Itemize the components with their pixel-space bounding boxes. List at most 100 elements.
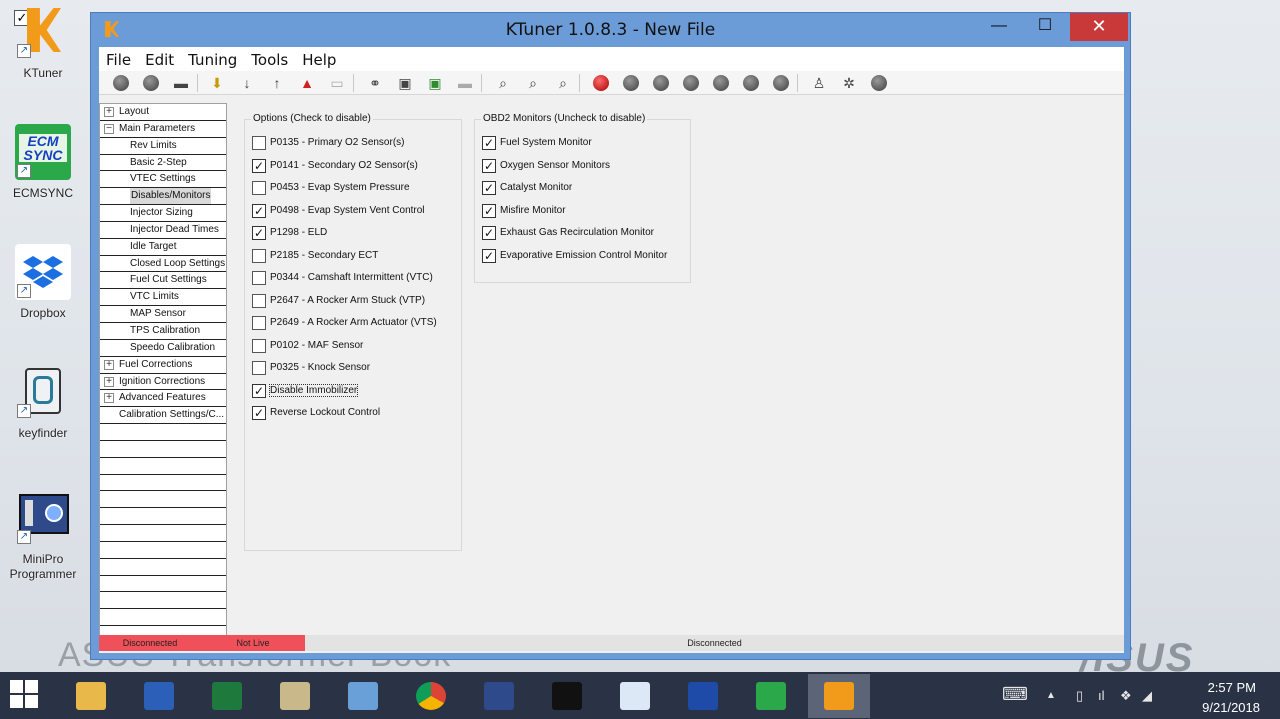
play-icon[interactable]	[683, 75, 699, 91]
record-icon[interactable]	[593, 75, 609, 91]
checkbox-unchecked[interactable]	[252, 293, 266, 308]
checkbox-checked[interactable]: ✓	[482, 226, 496, 240]
tree-item[interactable]: Fuel Cut Settings	[100, 272, 226, 290]
menu-help[interactable]: Help	[295, 47, 343, 69]
tree-item[interactable]: TPS Calibration	[100, 323, 226, 340]
tree-item[interactable]: Rev Limits	[100, 138, 226, 155]
eject-icon[interactable]: ▭	[329, 75, 345, 91]
gear-icon[interactable]: ✲	[841, 75, 857, 91]
checkbox-unchecked[interactable]	[252, 136, 266, 150]
battery-icon[interactable]: ▯	[1076, 688, 1083, 704]
keyboard-icon[interactable]: ⌨	[1002, 684, 1028, 705]
checkbox-checked[interactable]: ✓	[252, 158, 266, 173]
tree-item[interactable]: − Main Parameters	[100, 121, 226, 138]
checkbox-checked[interactable]: ✓	[252, 226, 266, 240]
checkbox-checked[interactable]: ✓	[252, 203, 266, 218]
checkbox-checked[interactable]: ✓	[252, 383, 266, 398]
start-button[interactable]	[10, 680, 40, 710]
read-icon[interactable]: ↑	[269, 75, 285, 91]
taskbar-app[interactable]	[196, 674, 258, 718]
desktop-icon-ktuner[interactable]: ✓ ↗ KTuner	[0, 4, 86, 81]
tree-item[interactable]: VTC Limits	[100, 289, 226, 307]
menu-file[interactable]: File	[99, 47, 138, 69]
tree-item[interactable]: Speedo Calibration	[100, 340, 226, 357]
end-icon[interactable]	[773, 75, 789, 91]
checkbox-checked[interactable]: ✓	[482, 136, 496, 150]
pause-icon[interactable]	[713, 75, 729, 91]
checkbox-checked[interactable]: ✓	[482, 248, 496, 263]
zoom-out-icon[interactable]: ⌕	[555, 75, 571, 91]
tree-item[interactable]: Injector Sizing	[100, 205, 226, 222]
disabled-save-icon[interactable]: ▬	[457, 75, 473, 91]
checkbox-unchecked[interactable]	[252, 316, 266, 330]
close-button[interactable]: ✕	[1070, 13, 1128, 41]
volume-icon[interactable]: ◢	[1142, 688, 1152, 704]
expand-icon[interactable]: +	[104, 393, 114, 404]
checkbox-unchecked[interactable]	[252, 361, 266, 375]
expand-icon[interactable]: +	[104, 359, 114, 370]
taskbar-app[interactable]	[400, 674, 462, 718]
connect-icon[interactable]	[113, 75, 129, 91]
upload-icon[interactable]: ⬇	[209, 75, 225, 91]
dropbox-tray-icon[interactable]: ❖	[1120, 688, 1132, 704]
checkbox-checked[interactable]: ✓	[482, 181, 496, 195]
tree-item[interactable]: MAP Sensor	[100, 306, 226, 323]
menu-tuning[interactable]: Tuning	[181, 47, 244, 69]
globe-icon[interactable]	[143, 75, 159, 91]
taskbar-app[interactable]	[264, 674, 326, 718]
back-icon[interactable]	[653, 75, 669, 91]
taskbar-app[interactable]	[740, 674, 802, 718]
checkbox-checked[interactable]: ✓	[482, 158, 496, 173]
clock-time[interactable]: 2:57 PM	[1208, 680, 1256, 695]
rewind-icon[interactable]	[623, 75, 639, 91]
tree-item[interactable]: Calibration Settings/C...	[100, 407, 226, 425]
checkbox-unchecked[interactable]	[252, 338, 266, 353]
taskbar-app[interactable]	[128, 674, 190, 718]
checkbox-checked[interactable]: ✓	[482, 203, 496, 218]
maximize-button[interactable]: ☐	[1022, 13, 1068, 41]
taskbar-app[interactable]	[468, 674, 530, 718]
taskbar-app[interactable]	[672, 674, 734, 718]
expand-icon[interactable]: +	[104, 376, 114, 387]
user-icon[interactable]: ♙	[811, 75, 827, 91]
save-icon[interactable]: ▣	[397, 75, 413, 91]
search-icon[interactable]: ⌕	[495, 75, 511, 91]
save-green-icon[interactable]: ▣	[427, 75, 443, 91]
taskbar-app[interactable]	[60, 674, 122, 718]
collapse-icon[interactable]: −	[104, 123, 114, 134]
tree-item[interactable]: + Ignition Corrections	[100, 374, 226, 391]
checkbox-unchecked[interactable]	[252, 271, 266, 285]
help-icon[interactable]	[871, 75, 887, 91]
forward-icon[interactable]	[743, 75, 759, 91]
download-icon[interactable]: ↓	[239, 75, 255, 91]
minimize-button[interactable]: —	[976, 13, 1022, 41]
tree-item[interactable]: Basic 2-Step	[100, 155, 226, 172]
save-disk-icon[interactable]: ▬	[173, 75, 189, 91]
title-bar[interactable]: KTuner 1.0.8.3 - New File — ☐ ✕	[91, 13, 1130, 47]
warning-icon[interactable]: ▲	[299, 75, 315, 91]
checkbox-checked[interactable]: ✓	[252, 406, 266, 420]
tree-item[interactable]: VTEC Settings	[100, 171, 226, 189]
checkbox-unchecked[interactable]	[252, 248, 266, 263]
wifi-icon[interactable]: ıl	[1098, 688, 1105, 703]
tree-item[interactable]: + Fuel Corrections	[100, 357, 226, 374]
expand-icon[interactable]: +	[104, 107, 114, 117]
desktop-icon-dropbox[interactable]: ↗ Dropbox	[0, 244, 86, 321]
tree-item[interactable]: + Advanced Features	[100, 390, 226, 408]
taskbar-app[interactable]	[536, 674, 598, 718]
taskbar-app[interactable]	[332, 674, 394, 718]
menu-tools[interactable]: Tools	[244, 47, 295, 69]
zoom-in-icon[interactable]: ⌕	[525, 75, 541, 91]
tree-item[interactable]: Injector Dead Times	[100, 222, 226, 239]
desktop-icon-keyfinder[interactable]: ↗ keyfinder	[0, 364, 86, 441]
tree-item[interactable]: + Layout	[100, 104, 226, 121]
link-icon[interactable]: ⚭	[367, 75, 383, 91]
taskbar-app[interactable]	[604, 674, 666, 718]
checkbox-unchecked[interactable]	[252, 181, 266, 195]
chevron-up-icon[interactable]: ▲	[1046, 690, 1056, 701]
tree-item[interactable]: Idle Target	[100, 239, 226, 256]
desktop-icon-minipro[interactable]: ↗ MiniPro Programmer	[0, 490, 86, 582]
taskbar-app[interactable]	[808, 674, 870, 718]
desktop-icon-ecmsync[interactable]: ECM SYNC ↗ ECMSYNC	[0, 124, 86, 201]
tree-item[interactable]: Closed Loop Settings	[100, 256, 226, 273]
